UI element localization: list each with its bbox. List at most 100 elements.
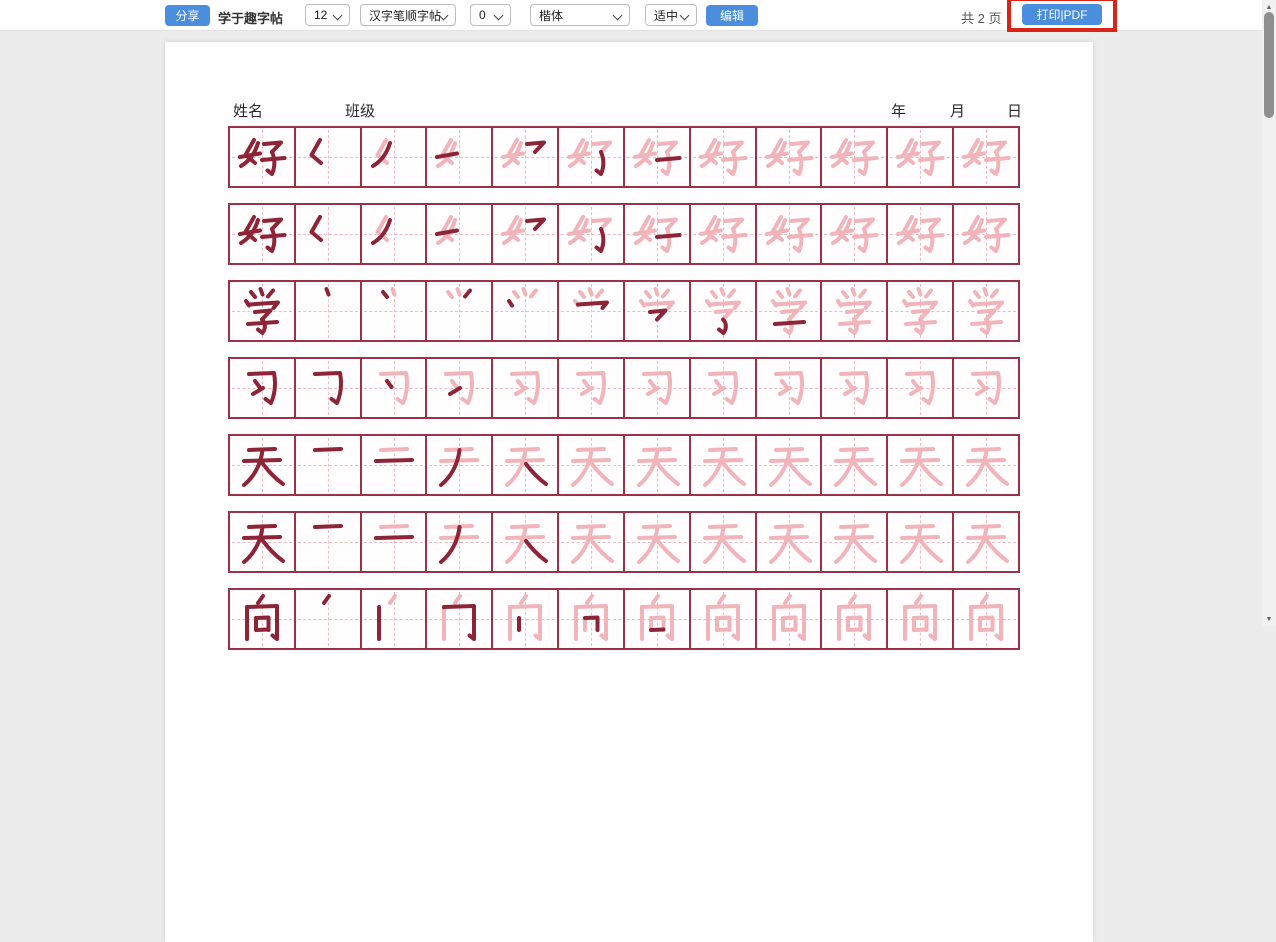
practice-row	[228, 511, 1020, 573]
trace-character-cell	[954, 436, 1018, 494]
trace-character-cell	[757, 359, 823, 417]
practice-row	[228, 588, 1020, 650]
trace-character-cell	[691, 590, 757, 648]
stroke-order-cell	[691, 282, 757, 340]
practice-row	[228, 203, 1020, 265]
trace-character-cell	[954, 205, 1018, 263]
trace-character-cell	[888, 128, 954, 186]
size-mode-select[interactable]: 适中	[645, 4, 697, 26]
scroll-down-icon[interactable]: ▼	[1262, 612, 1276, 626]
name-label: 姓名	[233, 100, 263, 121]
stroke-order-cell	[493, 128, 559, 186]
trace-character-cell	[954, 282, 1018, 340]
stroke-order-cell	[427, 590, 493, 648]
practice-grid	[228, 126, 1024, 665]
trace-character-cell	[822, 359, 888, 417]
trace-character-cell	[757, 205, 823, 263]
print-pdf-button[interactable]: 打印|PDF	[1022, 4, 1102, 25]
trace-character-cell	[888, 205, 954, 263]
trace-character-cell	[757, 128, 823, 186]
trace-character-cell	[691, 513, 757, 571]
trace-character-cell	[559, 436, 625, 494]
stroke-order-cell	[362, 128, 428, 186]
page-count: 共 2 页	[961, 8, 1001, 27]
trace-character-cell	[691, 436, 757, 494]
trace-character-cell	[625, 513, 691, 571]
trace-character-cell	[757, 590, 823, 648]
worksheet-header: 姓名 班级 年 月 日	[228, 100, 1024, 122]
trace-character-cell	[954, 128, 1018, 186]
trace-character-cell	[822, 436, 888, 494]
trace-character-cell	[822, 282, 888, 340]
font-family-value: 楷体	[539, 7, 563, 24]
share-button[interactable]: 分享	[165, 5, 210, 26]
trace-character-cell	[954, 590, 1018, 648]
trace-character-cell	[822, 513, 888, 571]
stroke-order-cell	[625, 128, 691, 186]
practice-row	[228, 126, 1020, 188]
stroke-order-cell	[362, 436, 428, 494]
trace-character-cell	[888, 436, 954, 494]
year-label: 年	[891, 100, 906, 121]
stroke-order-cell	[427, 128, 493, 186]
trace-character-cell	[954, 359, 1018, 417]
trace-character-cell	[691, 359, 757, 417]
practice-row	[228, 357, 1020, 419]
template-type-select[interactable]: 汉字笔顺字帖	[360, 4, 456, 26]
model-character-cell	[230, 128, 296, 186]
class-label: 班级	[345, 100, 375, 121]
worksheet-page: 姓名 班级 年 月 日	[165, 42, 1093, 942]
stroke-order-cell	[296, 590, 362, 648]
stroke-order-cell	[296, 359, 362, 417]
trace-character-cell	[822, 205, 888, 263]
trace-character-cell	[822, 590, 888, 648]
trace-character-cell	[822, 128, 888, 186]
stroke-order-cell	[362, 513, 428, 571]
day-label: 日	[1007, 100, 1022, 121]
stroke-order-cell	[625, 282, 691, 340]
practice-row	[228, 280, 1020, 342]
stroke-order-cell	[427, 359, 493, 417]
model-character-cell	[230, 359, 296, 417]
toolbar: 分享 学于趣字帖 12 汉字笔顺字帖 0 楷体 适中 编辑 共 2 页 打印|P…	[0, 0, 1262, 31]
chevron-down-icon	[494, 11, 504, 21]
stroke-order-cell	[362, 590, 428, 648]
chevron-down-icon	[333, 11, 343, 21]
edit-button[interactable]: 编辑	[706, 5, 758, 26]
stroke-order-cell	[362, 359, 428, 417]
trace-character-cell	[625, 359, 691, 417]
stroke-order-cell	[625, 205, 691, 263]
trace-character-cell	[888, 282, 954, 340]
trace-character-cell	[493, 359, 559, 417]
stroke-order-cell	[362, 205, 428, 263]
offset-select[interactable]: 0	[470, 4, 511, 26]
trace-character-cell	[559, 513, 625, 571]
stroke-order-cell	[427, 205, 493, 263]
stroke-order-cell	[493, 590, 559, 648]
trace-character-cell	[757, 513, 823, 571]
stroke-order-cell	[625, 590, 691, 648]
model-character-cell	[230, 205, 296, 263]
trace-character-cell	[954, 513, 1018, 571]
stroke-order-cell	[296, 128, 362, 186]
scrollbar-thumb[interactable]	[1264, 12, 1274, 118]
trace-character-cell	[888, 359, 954, 417]
stroke-order-cell	[493, 282, 559, 340]
stroke-order-cell	[427, 513, 493, 571]
stroke-order-cell	[296, 205, 362, 263]
font-size-value: 12	[314, 8, 327, 22]
app-title: 学于趣字帖	[218, 8, 283, 27]
stroke-order-cell	[427, 436, 493, 494]
practice-row	[228, 434, 1020, 496]
month-label: 月	[950, 100, 965, 121]
font-family-select[interactable]: 楷体	[530, 4, 630, 26]
model-character-cell	[230, 513, 296, 571]
offset-value: 0	[479, 8, 486, 22]
trace-character-cell	[757, 436, 823, 494]
stroke-order-cell	[296, 436, 362, 494]
model-character-cell	[230, 436, 296, 494]
stroke-order-cell	[296, 282, 362, 340]
font-size-select[interactable]: 12	[305, 4, 350, 26]
template-type-value: 汉字笔顺字帖	[369, 7, 441, 24]
vertical-scrollbar[interactable]: ▲ ▼	[1262, 0, 1276, 626]
